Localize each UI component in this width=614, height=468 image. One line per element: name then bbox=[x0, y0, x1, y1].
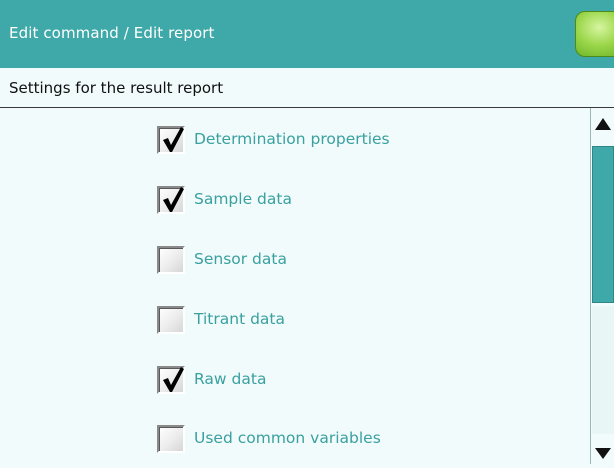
vertical-scrollbar[interactable] bbox=[590, 108, 614, 464]
checkbox[interactable] bbox=[157, 306, 185, 334]
confirm-button[interactable] bbox=[575, 11, 614, 57]
options-list: Determination properties Sample data Sen… bbox=[0, 108, 590, 464]
option-label: Raw data bbox=[194, 370, 267, 388]
section-title: Settings for the result report bbox=[9, 79, 224, 97]
option-label: Determination properties bbox=[194, 130, 390, 148]
window-title: Edit command / Edit report bbox=[9, 24, 215, 42]
checkmark-icon bbox=[163, 127, 184, 152]
checkbox[interactable] bbox=[157, 126, 185, 154]
option-label: Sensor data bbox=[194, 250, 287, 268]
section-header: Settings for the result report bbox=[0, 68, 614, 108]
scroll-track[interactable] bbox=[592, 306, 614, 434]
option-label: Titrant data bbox=[194, 310, 285, 328]
option-label: Sample data bbox=[194, 190, 292, 208]
arrow-up-icon bbox=[595, 118, 611, 130]
checkbox[interactable] bbox=[157, 246, 185, 274]
title-bar: Edit command / Edit report bbox=[0, 0, 614, 68]
checkmark-icon bbox=[163, 187, 184, 212]
scroll-up-button[interactable] bbox=[591, 108, 614, 138]
arrow-down-icon bbox=[595, 448, 611, 459]
option-label: Used common variables bbox=[194, 429, 381, 447]
checkmark-icon bbox=[163, 367, 184, 392]
scroll-thumb[interactable] bbox=[592, 146, 614, 303]
checkbox[interactable] bbox=[157, 186, 185, 214]
checkbox[interactable] bbox=[157, 425, 185, 453]
scroll-down-button[interactable] bbox=[591, 442, 614, 464]
checkbox[interactable] bbox=[157, 366, 185, 394]
